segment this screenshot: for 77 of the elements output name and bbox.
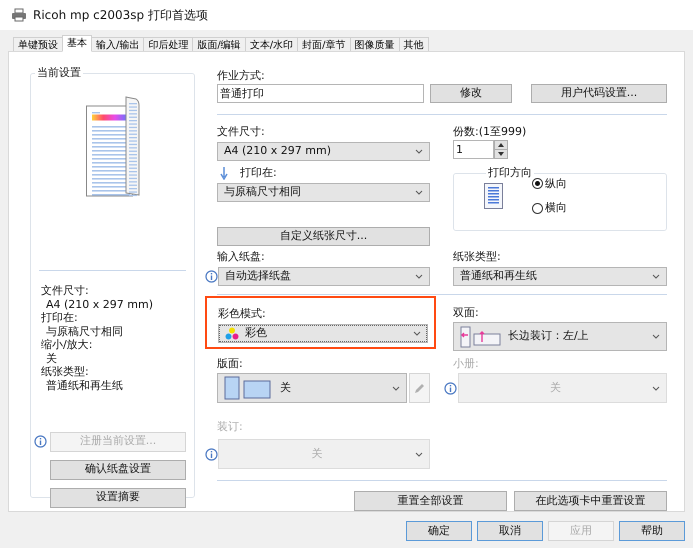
chevron-icon [413, 331, 421, 336]
tab[interactable]: 输入/输出 [91, 37, 144, 52]
radio-option[interactable]: 纵向 [532, 176, 567, 192]
chevron-icon [392, 386, 400, 390]
tab[interactable]: 版面/编辑 [192, 37, 246, 52]
dropdown[interactable]: 关 [217, 373, 407, 403]
button[interactable]: 在此选项卡中重置设置 [514, 491, 667, 511]
spin-down-button[interactable] [494, 150, 508, 159]
group-title: 当前设置 [36, 65, 82, 81]
radio-button[interactable] [532, 178, 543, 190]
summary-label: 打印在: [41, 310, 79, 324]
summary-value: 关 [45, 352, 58, 364]
button[interactable]: 确认纸盘设置 [50, 460, 186, 480]
button[interactable]: 用户代码设置... [531, 84, 667, 103]
field-label: 输入纸盘: [217, 250, 266, 264]
chevron-icon [415, 149, 423, 154]
dialog-button[interactable]: 确定 [406, 521, 472, 541]
field-label: 份数:(1至999) [453, 125, 528, 139]
field-label: 版面: [217, 357, 244, 371]
summary-value: A4 (210 x 297 mm) [45, 298, 154, 310]
tab[interactable]: 印后处理 [143, 37, 194, 52]
chevron-icon [652, 386, 660, 390]
field-label: 文件尺寸: [217, 125, 266, 139]
dialog-button[interactable]: 取消 [477, 521, 543, 541]
field-label: 小册: [453, 357, 480, 371]
dropdown[interactable]: 长边装订：左/上 [453, 322, 667, 351]
field-label: 打印在: [240, 166, 277, 180]
info-icon [205, 448, 218, 460]
info-icon [205, 270, 218, 283]
spin-up-button[interactable] [494, 140, 508, 150]
summary-label: 文件尺寸: [41, 284, 90, 298]
field-label: 彩色模式: [218, 307, 267, 321]
field-label: 作业方式: [217, 69, 266, 83]
chevron-icon [415, 274, 423, 279]
window-title: Ricoh mp c2003sp 打印首选项 [33, 7, 208, 24]
portrait-page-icon [484, 183, 504, 209]
field-label: 双面: [453, 306, 480, 320]
tab[interactable]: 文本/水印 [244, 37, 298, 52]
down-arrow-icon [220, 166, 228, 180]
button[interactable]: 设置摘要 [50, 488, 186, 508]
tab[interactable]: 单键预设 [13, 37, 63, 52]
printer-icon [11, 8, 27, 22]
field-label: 纸张类型: [453, 250, 502, 264]
summary-value: 普通纸和再生纸 [45, 378, 124, 392]
color-dots-icon [225, 327, 239, 340]
info-icon [444, 382, 457, 394]
up-triangle-icon [498, 143, 504, 147]
dropdown[interactable]: A4 (210 x 297 mm) [217, 142, 430, 161]
group-title: 打印方向 [487, 165, 533, 181]
summary-label: 缩小/放大: [41, 338, 94, 352]
tab[interactable]: 图像质量 [350, 37, 400, 52]
input-field[interactable]: 普通打印 [217, 84, 424, 103]
radio-button[interactable] [532, 202, 543, 214]
dialog-button[interactable]: 帮助 [619, 521, 685, 541]
chevron-icon [652, 274, 660, 279]
chevron-icon [652, 334, 660, 339]
dropdown[interactable]: 与原稿尺寸相同 [217, 183, 430, 202]
dropdown[interactable]: 自动选择纸盘 [218, 267, 430, 286]
down-triangle-icon [498, 152, 504, 156]
button[interactable]: 重置全部设置 [354, 491, 507, 511]
dropdown[interactable]: 彩色 [218, 324, 428, 343]
input-field[interactable]: 1 [453, 140, 494, 159]
tab[interactable]: 基本 [62, 35, 92, 52]
summary-label: 纸张类型: [41, 364, 90, 378]
field-label: 装订: [217, 420, 243, 433]
button[interactable]: 修改 [430, 84, 512, 103]
info-icon [34, 435, 47, 448]
tab[interactable]: 其他 [398, 37, 428, 52]
chevron-icon [415, 190, 423, 195]
chevron-icon [415, 452, 423, 456]
dropdown[interactable]: 普通纸和再生纸 [453, 267, 667, 286]
tab[interactable]: 封面/章节 [297, 37, 350, 52]
button[interactable]: 自定义纸张尺寸... [217, 226, 430, 246]
duplex-icon [460, 326, 502, 348]
radio-option[interactable]: 横向 [532, 200, 567, 216]
summary-value: 与原稿尺寸相同 [45, 324, 124, 338]
pencil-icon [414, 382, 426, 394]
